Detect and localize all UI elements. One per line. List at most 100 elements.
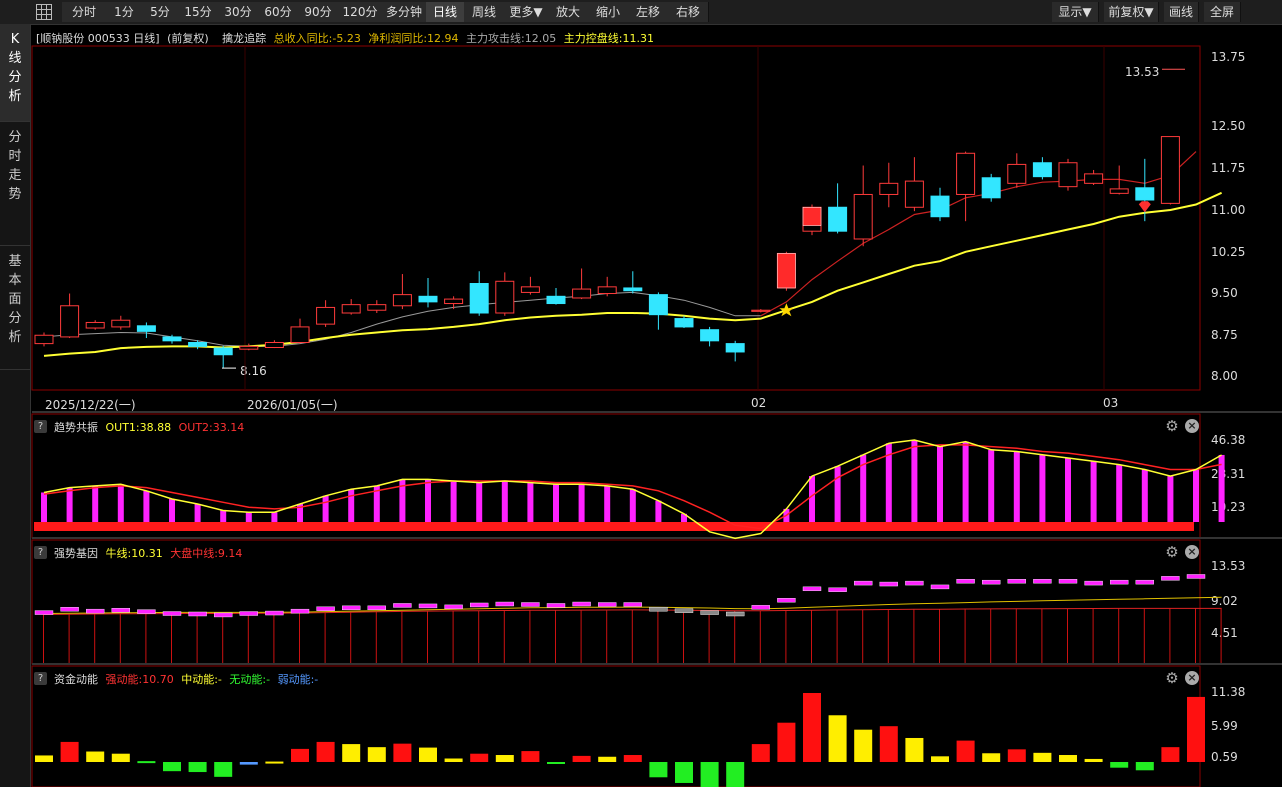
p2-bar-9	[265, 610, 284, 616]
candle-body-7	[213, 347, 233, 356]
candle-body-13	[367, 304, 387, 311]
p3-bar-20	[547, 762, 565, 764]
p3-bar-32	[854, 729, 873, 762]
p1-bar-42	[1116, 464, 1123, 522]
p3-bar-44	[1161, 747, 1180, 762]
panel-divider-0	[32, 411, 1282, 413]
p2-bar-14	[393, 603, 412, 608]
candle-body-5	[162, 336, 182, 342]
p1-bar-34	[911, 440, 918, 522]
p2-bar-42	[1109, 579, 1129, 585]
p2-bar-36	[956, 579, 975, 584]
p3-bar-28	[751, 744, 770, 762]
candle-body-18	[495, 280, 515, 314]
kline-chart[interactable]	[0, 0, 1282, 787]
p2-bar-44	[1161, 576, 1180, 581]
candle-body-23	[623, 287, 643, 292]
p3-bar-0	[35, 755, 53, 762]
limit-up-candle-0	[777, 253, 796, 289]
p2-bar-19	[521, 602, 540, 607]
p3-bar-2	[86, 751, 105, 762]
p2-bar-39	[1033, 579, 1052, 584]
p3-bar-36	[956, 740, 975, 762]
p2-bar-40	[1058, 579, 1078, 584]
candle-body-19	[520, 286, 540, 293]
candle-body-24	[648, 294, 668, 316]
p2-bar-22	[598, 602, 617, 607]
p2-bar-35	[930, 584, 950, 590]
candle-body-0	[34, 334, 54, 345]
p1-bar-1	[66, 487, 73, 522]
panel-divider-2	[32, 663, 1282, 665]
p2-bar-12	[342, 605, 361, 611]
p1-bar-5	[169, 499, 175, 522]
candle-body-35	[930, 195, 950, 218]
p2-bar-6	[188, 611, 207, 617]
p1-bar-8	[245, 512, 252, 522]
p3-bar-6	[188, 762, 207, 773]
p3-bar-12	[342, 744, 361, 762]
limit-up-candle-1	[802, 207, 822, 226]
p1-bar-41	[1090, 461, 1097, 522]
candle-body-34	[904, 180, 924, 208]
main-frame	[31, 45, 1201, 391]
p1-bar-43	[1141, 469, 1148, 522]
p2-bar-26	[700, 610, 719, 615]
p2-bar-0	[34, 610, 54, 615]
candle-body-40	[1058, 162, 1078, 188]
p3-bar-45	[1187, 696, 1205, 762]
candle-body-17	[469, 283, 489, 314]
candle-body-27	[725, 343, 745, 353]
p1-bar-19	[527, 482, 534, 522]
p1-bar-24	[655, 500, 662, 522]
p1-bar-0	[41, 492, 47, 522]
p2-bar-8	[239, 611, 259, 616]
p3-bar-27	[726, 762, 745, 787]
p2-bar-31	[828, 587, 847, 592]
p3-bar-30	[803, 693, 821, 762]
p3-bar-14	[393, 743, 412, 762]
p3-bar-35	[931, 756, 949, 762]
p2-bar-29	[777, 598, 796, 603]
p3-bar-43	[1135, 762, 1154, 771]
p1-bar-35	[937, 446, 943, 522]
p2-bar-27	[726, 611, 745, 617]
p3-bar-19	[521, 751, 540, 762]
p3-bar-7	[214, 762, 233, 777]
p3-bar-40	[1059, 755, 1077, 762]
candle-body-22	[597, 286, 617, 295]
p2-bar-25	[674, 608, 694, 613]
candle-body-39	[1032, 162, 1052, 178]
p1-bar-4	[143, 490, 150, 522]
p3-bar-1	[60, 741, 79, 762]
p2-bar-38	[1007, 579, 1026, 584]
p3-bar-23	[623, 755, 642, 762]
p1-bar-23	[629, 489, 636, 522]
candle-body-33	[879, 182, 899, 195]
p2-bar-11	[316, 606, 335, 611]
p1-bar-2	[92, 485, 99, 522]
p2-bar-2	[85, 608, 105, 614]
candle-body-26	[700, 329, 720, 342]
diamond-icon	[1138, 201, 1151, 213]
p1-bar-45	[1193, 469, 1199, 522]
candle-body-11	[316, 306, 336, 325]
p1-bar-39	[1039, 454, 1046, 522]
p1-bar-16	[450, 481, 457, 522]
p3-bar-5	[163, 762, 181, 772]
p3-bar-34	[905, 737, 924, 762]
candle-body-10	[290, 326, 310, 343]
p3-bar-38	[1007, 749, 1026, 762]
p2-bar-1	[60, 607, 79, 612]
panel2-frame	[31, 539, 1201, 665]
p2-bar-33	[879, 581, 898, 587]
p3-bar-26	[700, 762, 719, 787]
p2-bar-13	[367, 605, 386, 611]
candle-body-12	[341, 304, 361, 314]
p2-bar-20	[546, 603, 566, 608]
p2-bar-18	[495, 601, 514, 607]
candle-body-43	[1135, 187, 1155, 201]
p3-bar-4	[137, 761, 156, 764]
p1-bar-22	[604, 485, 611, 522]
candle-body-37	[981, 177, 1001, 199]
